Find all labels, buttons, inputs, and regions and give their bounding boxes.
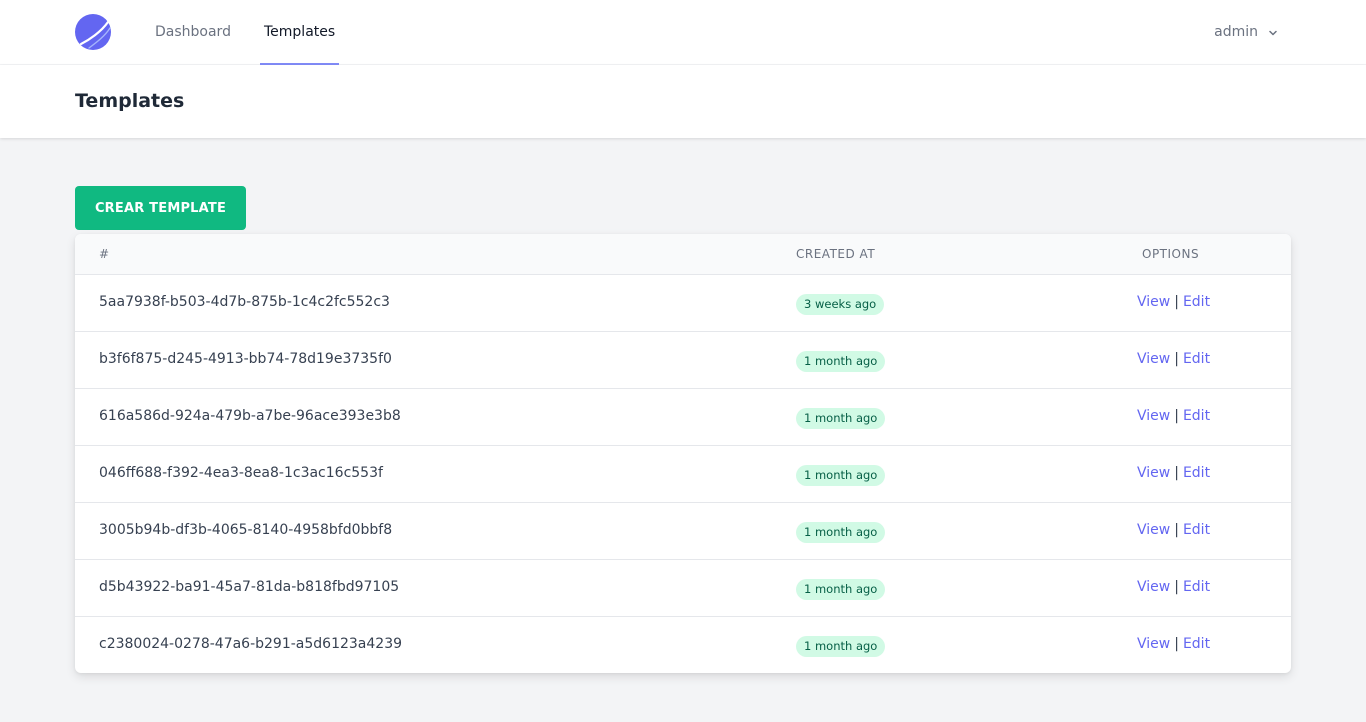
- row-options: View | Edit: [1137, 617, 1210, 672]
- view-link[interactable]: View: [1137, 351, 1170, 367]
- created-at-badge: 1 month ago: [796, 465, 886, 486]
- options-separator: |: [1174, 465, 1179, 481]
- template-id: c2380024-0278-47a6-b291-a5d6123a4239: [99, 636, 403, 652]
- created-at-badge: 1 month ago: [796, 408, 886, 429]
- created-at-badge: 1 month ago: [796, 522, 886, 543]
- page-header: Templates: [0, 65, 1366, 138]
- column-header-created-at: CREATED AT: [796, 247, 876, 261]
- row-options: View | Edit: [1137, 332, 1210, 387]
- template-id: 3005b94b-df3b-4065-8140-4958bfd0bbf8: [99, 522, 393, 538]
- row-options: View | Edit: [1137, 446, 1210, 501]
- edit-link[interactable]: Edit: [1183, 351, 1210, 367]
- edit-link[interactable]: Edit: [1183, 579, 1210, 595]
- view-link[interactable]: View: [1137, 465, 1170, 481]
- edit-link[interactable]: Edit: [1183, 522, 1210, 538]
- table-row: c2380024-0278-47a6-b291-a5d6123a4239 1 m…: [75, 617, 1291, 673]
- nav-link-templates[interactable]: Templates: [260, 0, 340, 65]
- created-at-badge: 3 weeks ago: [796, 294, 885, 315]
- template-id: 5aa7938f-b503-4d7b-875b-1c4c2fc552c3: [99, 294, 390, 310]
- chevron-down-icon: [1269, 30, 1277, 35]
- table-row: 616a586d-924a-479b-a7be-96ace393e3b8 1 m…: [75, 389, 1291, 446]
- create-template-button[interactable]: CREAR TEMPLATE: [75, 186, 246, 230]
- edit-link[interactable]: Edit: [1183, 294, 1210, 310]
- edit-link[interactable]: Edit: [1183, 636, 1210, 652]
- column-header-id: #: [99, 247, 110, 261]
- user-name: admin: [1214, 24, 1258, 40]
- row-options: View | Edit: [1137, 389, 1210, 444]
- options-separator: |: [1174, 636, 1179, 652]
- user-menu[interactable]: admin: [1214, 0, 1278, 65]
- created-at-badge: 1 month ago: [796, 579, 886, 600]
- column-header-options: OPTIONS: [1142, 247, 1200, 261]
- view-link[interactable]: View: [1137, 522, 1170, 538]
- table-row: d5b43922-ba91-45a7-81da-b818fbd97105 1 m…: [75, 560, 1291, 617]
- template-id: b3f6f875-d245-4913-bb74-78d19e3735f0: [99, 351, 392, 367]
- logo-icon[interactable]: [75, 14, 111, 50]
- table-row: 5aa7938f-b503-4d7b-875b-1c4c2fc552c3 3 w…: [75, 275, 1291, 332]
- options-separator: |: [1174, 522, 1179, 538]
- page-title: Templates: [75, 90, 185, 112]
- row-options: View | Edit: [1137, 503, 1210, 558]
- template-id: 046ff688-f392-4ea3-8ea8-1c3ac16c553f: [99, 465, 383, 481]
- options-separator: |: [1174, 351, 1179, 367]
- view-link[interactable]: View: [1137, 636, 1170, 652]
- table-header: # CREATED AT OPTIONS: [75, 234, 1291, 275]
- view-link[interactable]: View: [1137, 579, 1170, 595]
- created-at-badge: 1 month ago: [796, 636, 886, 657]
- table-row: 3005b94b-df3b-4065-8140-4958bfd0bbf8 1 m…: [75, 503, 1291, 560]
- options-separator: |: [1174, 294, 1179, 310]
- options-separator: |: [1174, 408, 1179, 424]
- view-link[interactable]: View: [1137, 408, 1170, 424]
- table-row: 046ff688-f392-4ea3-8ea8-1c3ac16c553f 1 m…: [75, 446, 1291, 503]
- options-separator: |: [1174, 579, 1179, 595]
- top-navbar: Dashboard Templates admin: [0, 0, 1366, 65]
- row-options: View | Edit: [1137, 560, 1210, 615]
- created-at-badge: 1 month ago: [796, 351, 886, 372]
- template-id: 616a586d-924a-479b-a7be-96ace393e3b8: [99, 408, 401, 424]
- templates-table: # CREATED AT OPTIONS 5aa7938f-b503-4d7b-…: [75, 234, 1291, 673]
- row-options: View | Edit: [1137, 275, 1210, 330]
- view-link[interactable]: View: [1137, 294, 1170, 310]
- table-row: b3f6f875-d245-4913-bb74-78d19e3735f0 1 m…: [75, 332, 1291, 389]
- template-id: d5b43922-ba91-45a7-81da-b818fbd97105: [99, 579, 400, 595]
- edit-link[interactable]: Edit: [1183, 465, 1210, 481]
- nav-link-dashboard[interactable]: Dashboard: [155, 0, 231, 65]
- edit-link[interactable]: Edit: [1183, 408, 1210, 424]
